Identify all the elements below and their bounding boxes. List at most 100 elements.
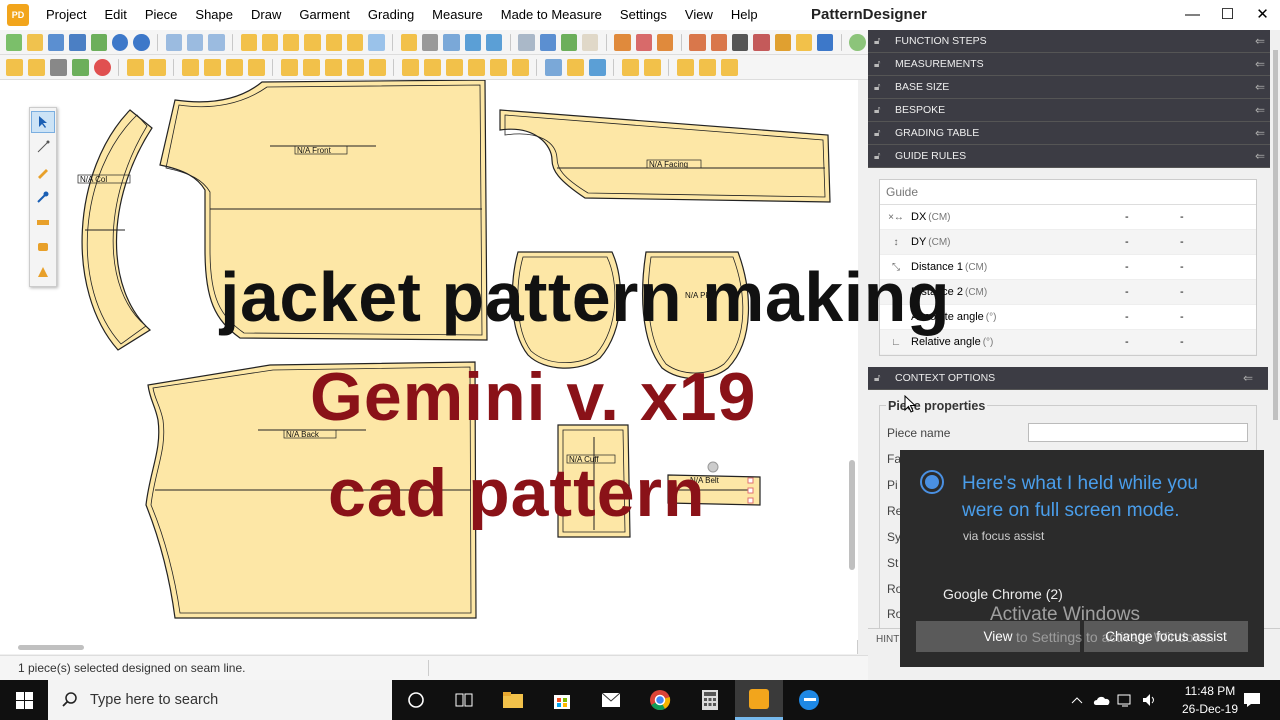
menu-project[interactable]: Project	[37, 0, 95, 30]
redo-icon[interactable]	[133, 33, 150, 51]
nest-a-icon[interactable]	[544, 58, 562, 76]
plot-icon[interactable]	[753, 33, 770, 51]
collapse-arrow-icon[interactable]: ⇐	[1255, 126, 1265, 140]
menu-garment[interactable]: Garment	[290, 0, 359, 30]
zoom-in-icon[interactable]	[165, 33, 182, 51]
undo-icon[interactable]	[112, 33, 129, 51]
color-icon[interactable]	[93, 58, 111, 76]
join-icon[interactable]	[489, 58, 507, 76]
section-context-options[interactable]: 🔓︎ CONTEXT OPTIONS ⇐	[868, 367, 1268, 390]
guide-row-relative-angle[interactable]: ∟ Relative angle (°) - -	[880, 330, 1256, 355]
section-guide-rules[interactable]: 🔓︎ GUIDE RULES ⇐	[868, 145, 1280, 168]
guide-icon[interactable]	[368, 33, 385, 51]
select-arrow-icon[interactable]	[31, 111, 55, 133]
close-button[interactable]: ✕	[1245, 0, 1280, 30]
point-icon[interactable]	[5, 58, 23, 76]
collapse-arrow-icon[interactable]: ⇐	[1255, 57, 1265, 71]
piece-icon[interactable]	[240, 33, 257, 51]
nest-icon[interactable]	[560, 33, 578, 51]
maximize-button[interactable]: ☐	[1210, 0, 1245, 30]
piece-a-icon[interactable]	[126, 58, 144, 76]
pencil-icon[interactable]	[31, 161, 55, 183]
start-button[interactable]	[0, 680, 48, 720]
file-explorer-icon[interactable]	[489, 680, 537, 720]
panel-scrollbar[interactable]	[1270, 30, 1280, 620]
help-icon[interactable]	[849, 33, 866, 51]
blank-icon[interactable]	[582, 33, 599, 51]
section-function-steps[interactable]: 🔓︎ FUNCTION STEPS ⇐	[868, 30, 1280, 53]
canvas-vertical-scrollbar[interactable]	[846, 80, 858, 640]
point-edit-icon[interactable]	[31, 136, 55, 158]
new-icon[interactable]	[5, 33, 22, 51]
view-icon[interactable]	[443, 33, 460, 51]
cut-icon[interactable]	[511, 58, 529, 76]
shape-d-icon[interactable]	[247, 58, 265, 76]
pattern-canvas[interactable]: N/A Front N/A Facing N/A Back N/A Cuff N…	[0, 80, 858, 654]
section-measurements[interactable]: 🔓︎ MEASUREMENTS ⇐	[868, 53, 1280, 76]
menu-shape[interactable]: Shape	[186, 0, 242, 30]
pen-icon[interactable]	[31, 186, 55, 208]
piece-mirror-icon[interactable]	[283, 33, 300, 51]
guide-row-absolute-angle[interactable]: ∠ Absolute angle (°) - -	[880, 305, 1256, 330]
task-view-icon[interactable]	[440, 680, 488, 720]
folder-icon[interactable]	[795, 33, 813, 51]
calculator-icon[interactable]	[686, 680, 734, 720]
save-as-icon[interactable]	[69, 33, 86, 51]
notch-tool-icon[interactable]	[31, 261, 55, 283]
piece-name-input[interactable]	[1028, 423, 1248, 442]
tool-b-icon[interactable]	[635, 33, 653, 51]
tool-c-icon[interactable]	[657, 33, 674, 51]
menu-edit[interactable]: Edit	[95, 0, 135, 30]
grain-icon[interactable]	[368, 58, 386, 76]
tool-a-icon[interactable]	[614, 33, 631, 51]
extra-a-icon[interactable]	[621, 58, 639, 76]
seam-icon[interactable]	[280, 58, 298, 76]
forward-icon[interactable]	[588, 58, 606, 76]
export-icon[interactable]	[689, 33, 706, 51]
shape-b-icon[interactable]	[203, 58, 221, 76]
home-icon[interactable]	[71, 58, 89, 76]
rotate-icon[interactable]	[445, 58, 463, 76]
scroll-thumb[interactable]	[18, 645, 84, 650]
menu-view[interactable]: View	[676, 0, 722, 30]
shape-c-icon[interactable]	[225, 58, 243, 76]
split-icon[interactable]	[423, 58, 441, 76]
zoom-out-icon[interactable]	[186, 33, 204, 51]
piece-b-icon[interactable]	[148, 58, 166, 76]
action-center-icon[interactable]	[1234, 680, 1270, 720]
chrome-icon[interactable]	[636, 680, 684, 720]
open-icon[interactable]	[26, 33, 44, 51]
grid-icon[interactable]	[421, 33, 439, 51]
collapse-arrow-icon[interactable]: ⇐	[1255, 149, 1265, 163]
volume-icon[interactable]	[1138, 680, 1162, 720]
report-icon[interactable]	[774, 33, 791, 51]
piece-rotate-icon[interactable]	[304, 33, 321, 51]
taskbar-search-box[interactable]: Type here to search	[48, 680, 392, 720]
guide-row-dx[interactable]: ×↔ DX (CM) - -	[880, 205, 1256, 230]
collapse-arrow-icon[interactable]: ⇐	[1255, 80, 1265, 94]
import-icon[interactable]	[710, 33, 727, 51]
extra-d-icon[interactable]	[698, 58, 716, 76]
move-icon[interactable]	[401, 58, 419, 76]
measure-tool-icon[interactable]	[31, 211, 55, 233]
share-icon[interactable]	[90, 33, 108, 51]
axis-icon[interactable]	[464, 33, 481, 51]
collapse-arrow-icon[interactable]: ⇐	[1243, 371, 1253, 385]
menu-draw[interactable]: Draw	[242, 0, 290, 30]
guide-row-dy[interactable]: ↕ DY (CM) - -	[880, 230, 1256, 255]
store-icon[interactable]	[538, 680, 586, 720]
measure-icon[interactable]	[518, 33, 535, 51]
grading-icon[interactable]	[539, 33, 556, 51]
collapse-arrow-icon[interactable]: ⇐	[1255, 103, 1265, 117]
menu-measure[interactable]: Measure	[423, 0, 492, 30]
pattern-designer-taskbar-icon[interactable]	[735, 680, 783, 720]
menu-piece[interactable]: Piece	[136, 0, 187, 30]
menu-made-to-measure[interactable]: Made to Measure	[492, 0, 611, 30]
extra-c-icon[interactable]	[676, 58, 694, 76]
dart-icon[interactable]	[27, 58, 45, 76]
save-icon[interactable]	[48, 33, 65, 51]
scale-icon[interactable]	[467, 58, 485, 76]
piece-copy-icon[interactable]	[261, 33, 279, 51]
notch-icon[interactable]	[302, 58, 320, 76]
menu-grading[interactable]: Grading	[359, 0, 423, 30]
